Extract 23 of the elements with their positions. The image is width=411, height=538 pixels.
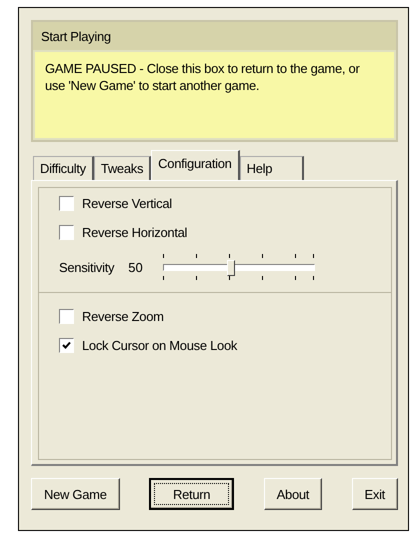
checkbox-label: Lock Cursor on Mouse Look xyxy=(82,338,238,352)
slider-value: 50 xyxy=(128,260,143,274)
checkbox[interactable] xyxy=(59,224,74,240)
dialog-button[interactable]: New Game xyxy=(31,478,120,510)
checkbox[interactable] xyxy=(59,196,74,210)
status-message: GAME PAUSED - Close this box to return to the game, or use 'New Game' to start another game. xyxy=(33,50,396,140)
slider-label: Sensitivity xyxy=(59,260,114,274)
slider-thumb[interactable] xyxy=(226,260,235,276)
tab[interactable]: Configuration xyxy=(151,150,240,180)
dialog-button[interactable]: Exit xyxy=(352,478,398,510)
tab[interactable]: Difficulty xyxy=(33,156,94,180)
checkbox[interactable] xyxy=(59,338,74,352)
dialog-button[interactable]: Return xyxy=(149,478,234,510)
panel-title: Start Playing xyxy=(40,28,112,46)
checkbox-label: Reverse Horizontal xyxy=(82,224,188,240)
checkbox[interactable] xyxy=(59,308,74,324)
tab[interactable]: Help xyxy=(240,156,304,180)
sensitivity-slider[interactable] xyxy=(162,252,315,282)
tab[interactable]: Tweaks xyxy=(94,156,152,180)
checkbox-label: Reverse Vertical xyxy=(82,196,172,210)
checkmark-icon xyxy=(62,340,71,350)
checkbox-label: Reverse Zoom xyxy=(82,308,164,324)
dialog-button[interactable]: About xyxy=(264,478,322,510)
